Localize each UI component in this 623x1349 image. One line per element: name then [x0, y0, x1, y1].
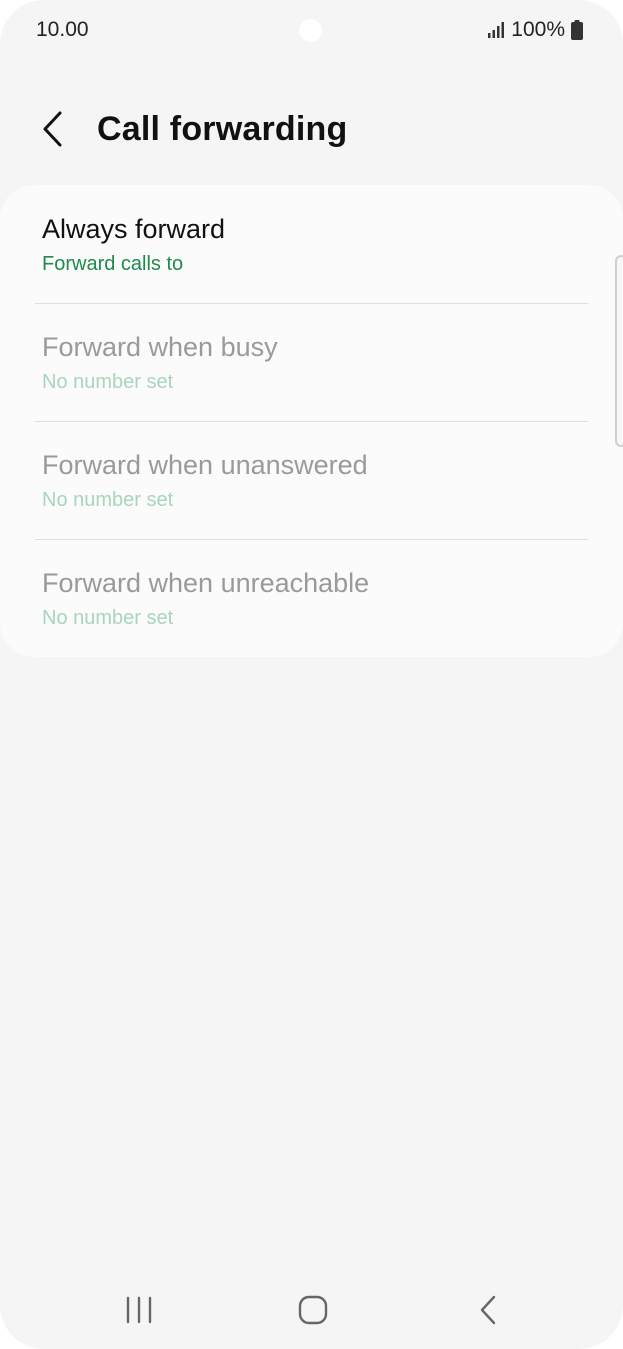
item-title: Forward when unanswered: [42, 450, 368, 480]
list-item-forward-when-unreachable[interactable]: Forward when unreachable No number set: [0, 539, 623, 657]
list-item-always-forward[interactable]: Always forward Forward calls to: [0, 185, 623, 303]
battery-icon: [571, 20, 583, 40]
status-indicators: 100%: [487, 18, 583, 42]
phone-screen: 10.00 100% Call forwarding Always forwar…: [0, 0, 623, 1349]
chevron-left-icon: [42, 111, 64, 152]
item-subtitle: No number set: [42, 489, 174, 511]
recent-apps-button[interactable]: [109, 1280, 169, 1340]
scrollbar[interactable]: [615, 255, 623, 447]
item-title: Forward when busy: [42, 332, 278, 362]
back-icon: [478, 1295, 498, 1325]
front-camera: [299, 19, 322, 42]
navigation-bar: [0, 1280, 623, 1340]
nav-back-button[interactable]: [458, 1280, 518, 1340]
signal-icon: [487, 22, 505, 38]
item-subtitle: No number set: [42, 371, 174, 393]
home-button[interactable]: [283, 1280, 343, 1340]
item-subtitle: No number set: [42, 607, 174, 629]
item-title: Always forward: [42, 214, 226, 244]
forwarding-options-card: Always forward Forward calls to Forward …: [0, 185, 623, 657]
recent-apps-icon: [124, 1296, 154, 1324]
page-title: Call forwarding: [97, 110, 348, 148]
list-item-forward-when-busy[interactable]: Forward when busy No number set: [0, 303, 623, 421]
home-icon: [298, 1295, 328, 1325]
item-subtitle: Forward calls to: [42, 253, 184, 275]
battery-percentage: 100%: [511, 18, 565, 41]
app-header: Call forwarding: [0, 100, 623, 162]
status-time: 10.00: [36, 18, 89, 41]
list-item-forward-when-unanswered[interactable]: Forward when unanswered No number set: [0, 421, 623, 539]
item-title: Forward when unreachable: [42, 568, 370, 598]
status-bar: 10.00 100%: [0, 0, 623, 60]
back-button[interactable]: [30, 108, 76, 154]
